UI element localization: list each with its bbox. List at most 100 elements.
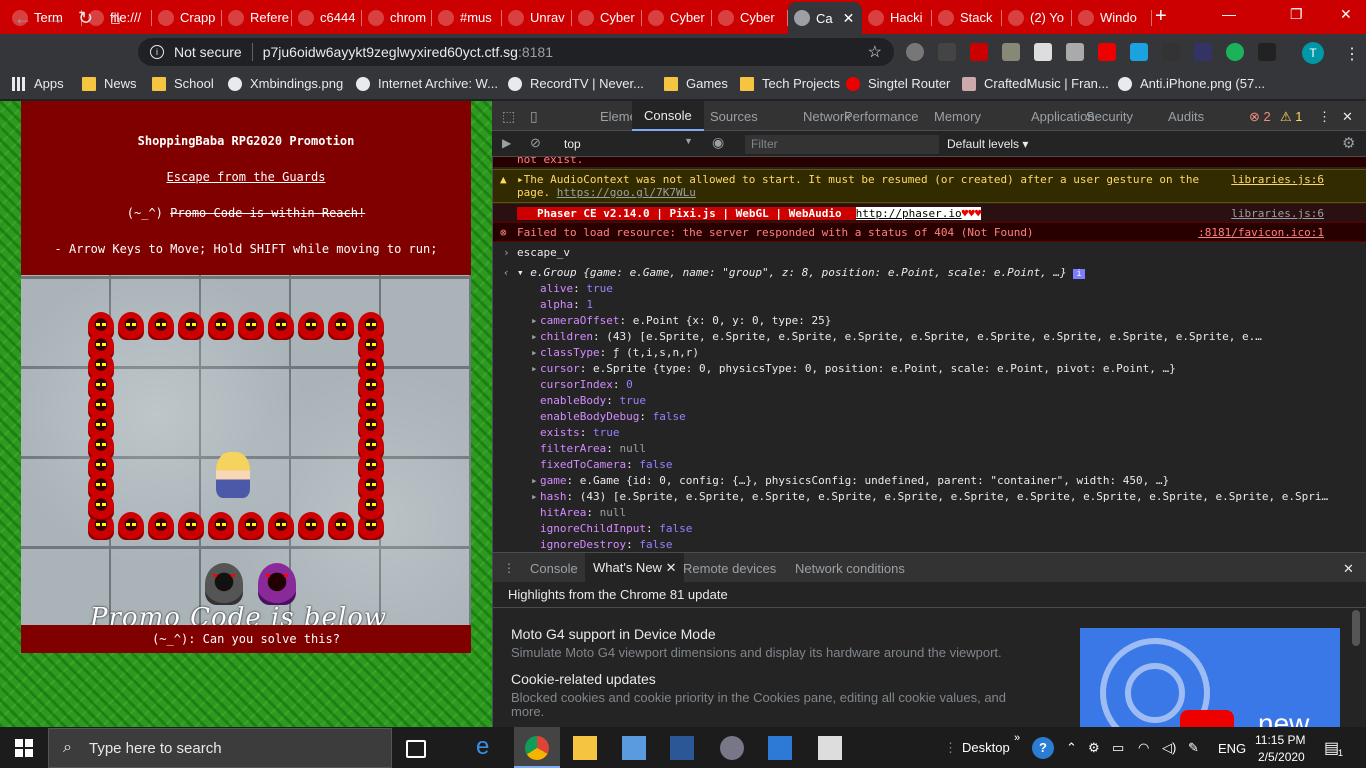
wifi-icon[interactable]: ◠ (1138, 740, 1149, 756)
drawer-close-icon[interactable]: ✕ (1343, 561, 1354, 577)
chrome-icon[interactable] (525, 736, 549, 760)
info-icon[interactable]: i (150, 45, 164, 59)
bookmark-item[interactable]: Apps (12, 76, 64, 91)
tab-15[interactable]: Windo (1072, 3, 1152, 32)
object-property[interactable]: cursorIndex: 0 (493, 378, 1366, 391)
object-property[interactable]: ▸ children: (43) [e.Sprite, e.Sprite, e.S… (493, 330, 1366, 343)
inspect-icon[interactable]: ⬚ (502, 108, 515, 125)
drawer-menu-icon[interactable]: ⋮ (503, 561, 515, 575)
object-property[interactable]: ▸ cameraOffset: e.Point {x: 0, y: 0, type… (493, 314, 1366, 327)
tab-8[interactable]: Cyber (572, 3, 642, 32)
bookmark-item[interactable]: School (152, 76, 214, 91)
devtools-tab-security[interactable]: Security (1086, 109, 1133, 124)
object-property[interactable]: ▸ hash: (43) [e.Sprite, e.Sprite, e.Sprit… (493, 490, 1366, 503)
clock-date[interactable]: 2/5/2020 (1258, 750, 1305, 764)
language-label[interactable]: ENG (1218, 741, 1246, 756)
control-panel-icon[interactable] (622, 736, 646, 760)
tab-12[interactable]: Hacki (862, 3, 932, 32)
avatar[interactable]: T (1302, 42, 1324, 64)
extension-icon[interactable] (1194, 43, 1212, 61)
close-tab-icon[interactable]: ✕ (843, 10, 855, 27)
clear-console-icon[interactable]: ⊘ (530, 135, 541, 151)
bookmark-item[interactable]: RecordTV | Never... (508, 76, 644, 91)
context-select[interactable]: top (564, 137, 581, 151)
volume-icon[interactable]: ◁) (1162, 740, 1176, 756)
bookmark-item[interactable]: Anti.iPhone.png (57... (1118, 76, 1265, 91)
warning-count[interactable]: ⚠ 1 (1280, 109, 1303, 125)
tab-10[interactable]: Cyber (712, 3, 788, 32)
source-link[interactable]: :8181/favicon.ico:1 (1198, 226, 1324, 239)
clock-time[interactable]: 11:15 PM (1255, 733, 1305, 747)
tab-7[interactable]: Unrav (502, 3, 572, 32)
notification-icon[interactable]: ▤ (1324, 738, 1339, 758)
object-summary[interactable]: ‹ ▾ e.Group {game: e.Game, name: "group",… (493, 266, 1366, 279)
star-icon[interactable]: ☆ (868, 42, 882, 62)
tab-5[interactable]: chrom (362, 3, 432, 32)
object-property[interactable]: alpha: 1 (493, 298, 1366, 311)
object-property[interactable]: filterArea: null (493, 442, 1366, 455)
taskbar-search[interactable]: ⌕ Type here to search (48, 728, 392, 768)
steam-icon[interactable]: ⚙ (1088, 740, 1100, 756)
reload-icon[interactable]: ↻ (78, 8, 93, 29)
edge-icon[interactable]: e (476, 733, 500, 760)
scrollbar[interactable] (1352, 610, 1360, 646)
pen-icon[interactable]: ✎ (1188, 740, 1199, 756)
app-icon[interactable] (720, 736, 744, 760)
help-icon[interactable]: ? (1032, 737, 1054, 759)
whats-new-title[interactable]: Moto G4 support in Device Mode (511, 626, 716, 642)
tab-14[interactable]: (2) Yo (1002, 3, 1072, 32)
object-property[interactable]: ignoreChildInput: false (493, 522, 1366, 535)
error-count[interactable]: ⊗ 2 (1249, 109, 1271, 125)
sidebar-toggle-icon[interactable]: ▶ (502, 136, 511, 150)
vscode-icon[interactable] (768, 736, 792, 760)
object-property[interactable]: exists: true (493, 426, 1366, 439)
console-log[interactable]: not exist. ▲ ▸The AudioContext was not a… (493, 157, 1366, 551)
restore-icon[interactable]: ❐ (1290, 6, 1303, 23)
eye-icon[interactable]: ◉ (712, 134, 724, 151)
extension-icon[interactable] (938, 43, 956, 61)
home-icon[interactable]: ⌂ (110, 8, 121, 29)
new-tab-button[interactable]: + (1155, 5, 1167, 28)
gear-icon[interactable]: ⚙ (1342, 134, 1355, 152)
forward-icon[interactable]: → (46, 8, 64, 29)
battery-icon[interactable]: ▭ (1112, 740, 1124, 756)
address-bar[interactable]: i Not secure p7ju6oidw6ayykt9zeglwyxired… (138, 38, 894, 66)
tab-9[interactable]: Cyber (642, 3, 712, 32)
close-window-icon[interactable]: ✕ (1340, 6, 1352, 23)
object-property[interactable]: fixedToCamera: false (493, 458, 1366, 471)
object-property[interactable]: ▸ classType: ƒ (t,i,s,n,r) (493, 346, 1366, 359)
youtube-extension-icon[interactable] (1098, 43, 1116, 61)
drawer-tab[interactable]: Network conditions (795, 561, 905, 576)
desktop-label[interactable]: Desktop (962, 740, 1010, 755)
extension-icon[interactable] (1162, 43, 1180, 61)
extension-icon[interactable] (1034, 43, 1052, 61)
tab-3[interactable]: Refere (222, 3, 292, 32)
devtools-close-icon[interactable]: ✕ (1342, 109, 1353, 125)
extension-icon[interactable] (1258, 43, 1276, 61)
devtools-tab-performance[interactable]: Performance (844, 109, 918, 124)
bookmark-item[interactable]: Tech Projects (740, 76, 840, 91)
source-link[interactable]: libraries.js:6 (1231, 173, 1324, 186)
tab-11[interactable]: Ca ✕ (788, 2, 862, 34)
object-property[interactable]: enableBody: true (493, 394, 1366, 407)
tab-6[interactable]: #mus (432, 3, 502, 32)
bookmark-item[interactable]: News (82, 76, 137, 91)
task-view-icon[interactable] (406, 740, 426, 758)
minimize-icon[interactable]: — (1222, 6, 1236, 22)
tab-2[interactable]: Crapp (152, 3, 222, 32)
whats-new-video-thumbnail[interactable]: new (1080, 628, 1340, 728)
extension-icon[interactable] (906, 43, 924, 61)
windows-start-icon[interactable] (15, 739, 33, 757)
extension-icon[interactable] (1066, 43, 1084, 61)
chevron-up-icon[interactable]: ⌃ (1066, 740, 1077, 756)
bookmark-item[interactable]: Internet Archive: W... (356, 76, 498, 91)
levels-select[interactable]: Default levels ▾ (947, 137, 1028, 151)
object-property[interactable]: alive: true (493, 282, 1366, 295)
devtools-tab-console[interactable]: Console (632, 101, 704, 131)
object-property[interactable]: enableBodyDebug: false (493, 410, 1366, 423)
devtools-tab-audits[interactable]: Audits (1168, 109, 1204, 124)
object-property[interactable]: ignoreDestroy: false (493, 538, 1366, 551)
object-property[interactable]: hitArea: null (493, 506, 1366, 519)
ublock-icon[interactable] (970, 43, 988, 61)
tab-4[interactable]: c6444 (292, 3, 362, 32)
